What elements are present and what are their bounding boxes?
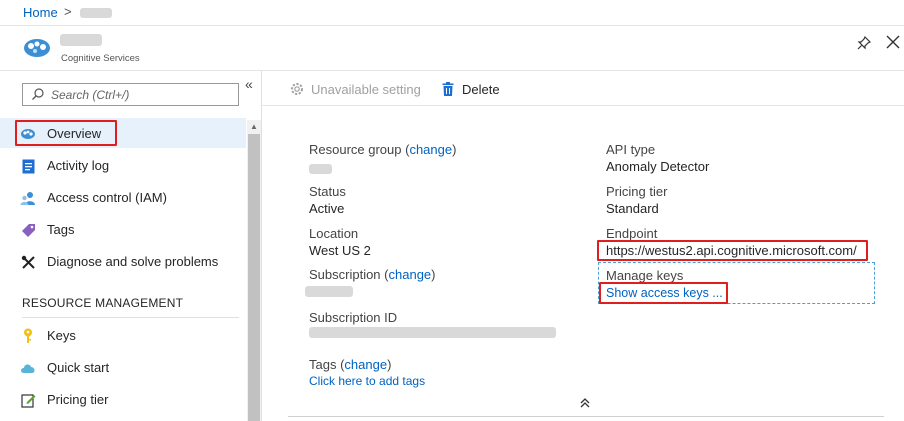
resource-group-label: Resource group (change) bbox=[309, 142, 457, 157]
api-type-label: API type bbox=[606, 142, 656, 157]
command-bar: Unavailable setting Delete bbox=[262, 71, 904, 106]
collapse-essentials-icon[interactable] bbox=[580, 397, 590, 412]
status-value: Active bbox=[309, 201, 345, 216]
sidebar-item-label: Access control (IAM) bbox=[47, 190, 167, 205]
cloud-icon bbox=[20, 360, 36, 376]
sidebar-item-quick-start[interactable]: Quick start bbox=[0, 352, 246, 382]
subscription-change-link[interactable]: change bbox=[389, 267, 432, 282]
resource-group-label-text: Resource group bbox=[309, 142, 402, 157]
status-label: Status bbox=[309, 184, 346, 199]
cognitive-services-logo-icon bbox=[22, 37, 52, 59]
section-title-resource-management: RESOURCE MANAGEMENT bbox=[22, 296, 184, 310]
pricing-tier-label: Pricing tier bbox=[606, 184, 668, 199]
breadcrumb-resource-redacted[interactable] bbox=[80, 8, 112, 18]
location-label: Location bbox=[309, 226, 359, 241]
activity-log-icon bbox=[20, 158, 36, 174]
sidebar-item-activity-log[interactable]: Activity log bbox=[0, 150, 246, 180]
resource-header: Cognitive Services bbox=[0, 26, 904, 71]
resource-name-redacted bbox=[60, 34, 102, 46]
location-value: West US 2 bbox=[309, 243, 371, 258]
key-icon bbox=[20, 328, 36, 344]
essentials-divider bbox=[288, 416, 884, 417]
sidebar-item-pricing-tier[interactable]: Pricing tier bbox=[0, 384, 246, 414]
unavailable-setting-button[interactable]: Unavailable setting bbox=[289, 80, 421, 98]
scroll-up-icon[interactable]: ▲ bbox=[250, 122, 258, 131]
subscription-id-value-redacted bbox=[309, 327, 556, 338]
edit-icon bbox=[20, 392, 36, 408]
sidebar-item-label: Quick start bbox=[47, 360, 110, 375]
sidebar-item-label: Diagnose and solve problems bbox=[47, 254, 219, 269]
tags-change-link[interactable]: change bbox=[344, 357, 387, 372]
resource-group-value-redacted[interactable] bbox=[309, 164, 332, 174]
sidebar-item-label: Pricing tier bbox=[47, 392, 109, 407]
delete-label: Delete bbox=[462, 81, 500, 97]
wrench-icon bbox=[20, 254, 36, 270]
endpoint-highlight-box bbox=[597, 240, 868, 261]
show-keys-highlight-box bbox=[599, 282, 728, 304]
add-tags-link[interactable]: Click here to add tags bbox=[309, 374, 425, 388]
pin-icon[interactable] bbox=[854, 33, 874, 53]
sidebar-item-label: Keys bbox=[47, 328, 76, 343]
sidebar-scrollbar[interactable]: ▲ bbox=[247, 120, 261, 421]
resource-group-change-link[interactable]: change bbox=[409, 142, 452, 157]
breadcrumb: Home > bbox=[0, 0, 904, 26]
endpoint-label: Endpoint bbox=[606, 226, 658, 241]
users-icon bbox=[20, 190, 36, 206]
pricing-tier-value: Standard bbox=[606, 201, 659, 216]
tag-icon bbox=[20, 222, 36, 238]
manage-keys-label: Manage keys bbox=[606, 268, 684, 283]
tags-label-text: Tags bbox=[309, 357, 337, 372]
subscription-label-text: Subscription bbox=[309, 267, 381, 282]
sidebar-item-label: Activity log bbox=[47, 158, 110, 173]
sidebar-item-diagnose[interactable]: Diagnose and solve problems bbox=[0, 246, 246, 276]
subscription-label: Subscription (change) bbox=[309, 267, 436, 282]
trash-icon bbox=[440, 81, 456, 97]
search-icon bbox=[31, 87, 45, 101]
gear-icon bbox=[289, 81, 305, 97]
sidebar-search[interactable] bbox=[22, 83, 239, 106]
sidebar-item-keys[interactable]: Keys bbox=[0, 320, 246, 350]
tags-label: Tags (change) bbox=[309, 357, 392, 372]
search-input[interactable] bbox=[51, 86, 231, 103]
unavailable-setting-label: Unavailable setting bbox=[311, 81, 421, 97]
sidebar-item-access-control[interactable]: Access control (IAM) bbox=[0, 182, 246, 212]
scrollbar-thumb[interactable] bbox=[248, 134, 260, 421]
delete-button[interactable]: Delete bbox=[440, 80, 500, 98]
section-divider bbox=[22, 317, 239, 318]
subscription-value-redacted[interactable] bbox=[305, 286, 353, 297]
subscription-id-label: Subscription ID bbox=[309, 310, 398, 325]
collapse-sidebar-icon[interactable]: « bbox=[245, 76, 253, 92]
sidebar-item-tags[interactable]: Tags bbox=[0, 214, 246, 244]
resource-subtitle: Cognitive Services bbox=[61, 53, 140, 64]
overview-highlight-box bbox=[15, 120, 117, 146]
close-icon[interactable] bbox=[882, 31, 904, 53]
breadcrumb-home-link[interactable]: Home bbox=[23, 5, 58, 20]
sidebar-item-label: Tags bbox=[47, 222, 75, 237]
breadcrumb-separator: > bbox=[64, 4, 72, 19]
api-type-value: Anomaly Detector bbox=[606, 159, 710, 174]
